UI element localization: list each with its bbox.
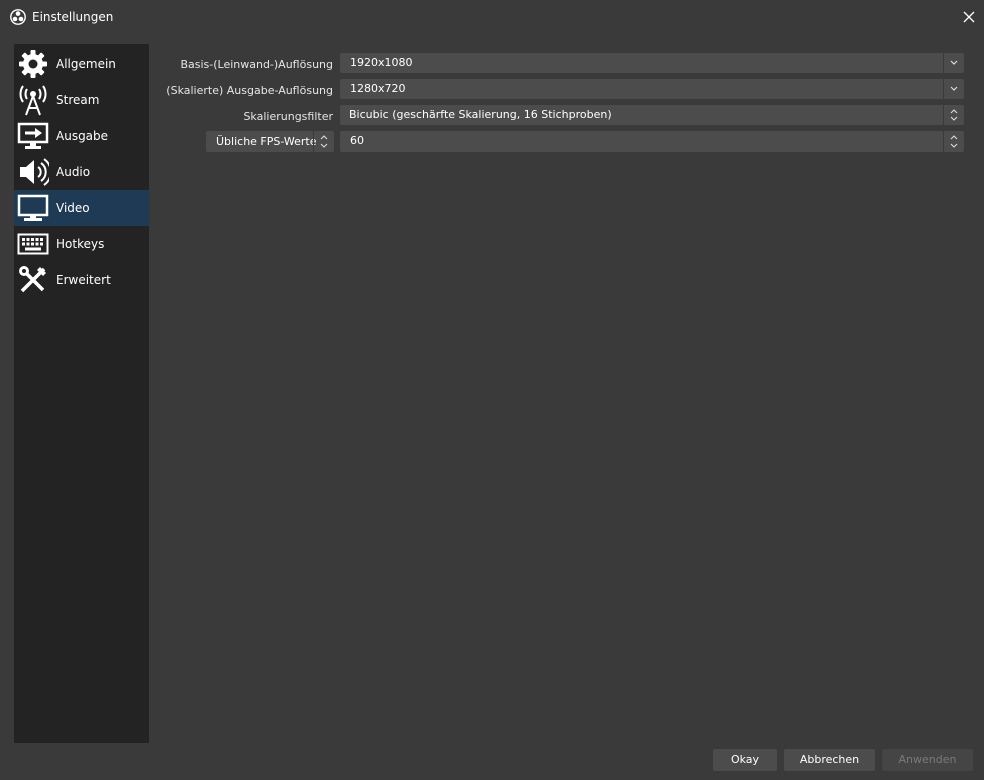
- downscale-filter-value: Bicubic (geschärfte Skalierung, 16 Stich…: [349, 108, 612, 121]
- up-down-arrows-icon[interactable]: [313, 131, 334, 152]
- chevron-down-icon[interactable]: [943, 53, 964, 73]
- monitor-icon: [17, 194, 49, 221]
- title-bar: Einstellungen: [0, 0, 984, 34]
- base-resolution-combobox[interactable]: 1920x1080: [340, 53, 964, 73]
- output-icon: [17, 122, 49, 149]
- cancel-button[interactable]: Abbrechen: [784, 749, 875, 771]
- apply-button[interactable]: Anwenden: [882, 749, 973, 771]
- ok-button[interactable]: Okay: [713, 749, 777, 771]
- settings-sidebar: Allgemein Stream Ausgabe Audio Video Hot…: [14, 44, 149, 743]
- sidebar-item-allgemein[interactable]: Allgemein: [14, 46, 149, 82]
- downscale-filter-label: Skalierungsfilter: [243, 110, 333, 123]
- sidebar-item-label: Hotkeys: [56, 237, 105, 251]
- sidebar-item-stream[interactable]: Stream: [14, 82, 149, 118]
- fps-type-select[interactable]: Übliche FPS-Werte: [206, 131, 334, 152]
- output-resolution-combobox[interactable]: 1280x720: [340, 79, 964, 99]
- sidebar-item-label: Ausgabe: [56, 129, 109, 143]
- base-resolution-value: 1920x1080: [350, 56, 413, 69]
- sidebar-item-erweitert[interactable]: Erweitert: [14, 262, 149, 298]
- sidebar-item-label: Stream: [56, 93, 100, 107]
- sidebar-item-hotkeys[interactable]: Hotkeys: [14, 226, 149, 262]
- up-down-arrows-icon[interactable]: [943, 131, 964, 152]
- output-resolution-label: (Skalierte) Ausgabe-Auflösung: [166, 84, 333, 97]
- fps-value: 60: [350, 134, 364, 147]
- tools-icon: [19, 266, 46, 293]
- downscale-filter-select[interactable]: Bicubic (geschärfte Skalierung, 16 Stich…: [340, 105, 964, 125]
- fps-value-select[interactable]: 60: [340, 131, 964, 152]
- sidebar-item-label: Erweitert: [56, 273, 111, 287]
- broadcast-antenna-icon: [19, 85, 47, 116]
- chevron-down-icon[interactable]: [943, 79, 964, 99]
- close-icon[interactable]: [958, 6, 980, 28]
- sidebar-item-label: Audio: [56, 165, 91, 179]
- sidebar-item-label: Allgemein: [56, 57, 116, 71]
- up-down-arrows-icon[interactable]: [943, 105, 964, 125]
- sidebar-item-label: Video: [56, 201, 90, 215]
- gear-icon: [19, 50, 47, 78]
- output-resolution-value: 1280x720: [350, 82, 406, 95]
- sidebar-item-audio[interactable]: Audio: [14, 154, 149, 190]
- window-title: Einstellungen: [32, 10, 114, 24]
- fps-type-value: Übliche FPS-Werte: [216, 135, 317, 148]
- speaker-icon: [20, 158, 49, 186]
- sidebar-item-video[interactable]: Video: [14, 190, 149, 226]
- base-resolution-label: Basis-(Leinwand-)Auflösung: [180, 58, 333, 71]
- sidebar-item-ausgabe[interactable]: Ausgabe: [14, 118, 149, 154]
- keyboard-icon: [17, 233, 49, 255]
- obs-logo-icon: [10, 9, 26, 25]
